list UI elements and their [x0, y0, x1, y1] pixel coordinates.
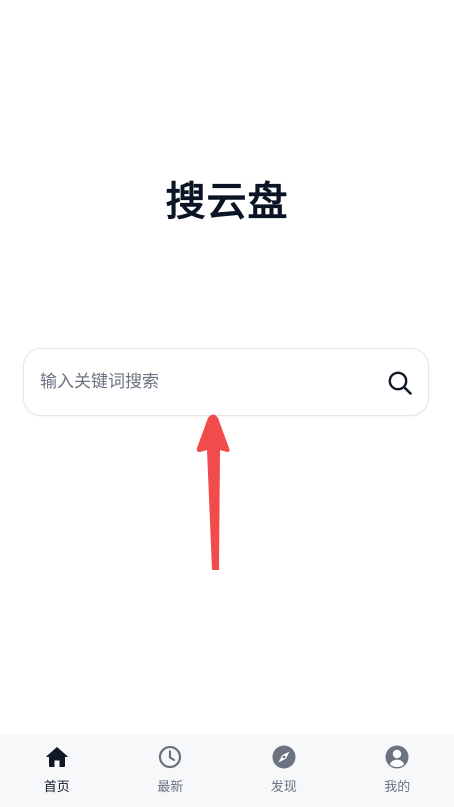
- tab-label: 我的: [384, 780, 411, 795]
- search-box: [23, 348, 429, 416]
- home-icon: [46, 747, 68, 767]
- tab-mine[interactable]: 我的: [341, 735, 454, 807]
- tab-label: 发现: [270, 780, 297, 795]
- clock-icon: [159, 745, 182, 769]
- tab-label: 最新: [157, 780, 184, 795]
- red-arrow-annotation: [196, 414, 230, 570]
- search-input[interactable]: [40, 349, 370, 415]
- tab-latest[interactable]: 最新: [114, 735, 228, 807]
- search-icon[interactable]: [386, 369, 414, 397]
- user-circle-icon: [385, 745, 409, 769]
- app-title: 搜云盘: [165, 179, 289, 225]
- tab-label: 首页: [43, 780, 70, 795]
- tab-discover[interactable]: 发现: [227, 735, 341, 807]
- compass-icon: [272, 745, 296, 769]
- tab-home[interactable]: 首页: [0, 735, 114, 807]
- bottom-tab-bar: 首页 最新 发现 我的: [0, 735, 454, 807]
